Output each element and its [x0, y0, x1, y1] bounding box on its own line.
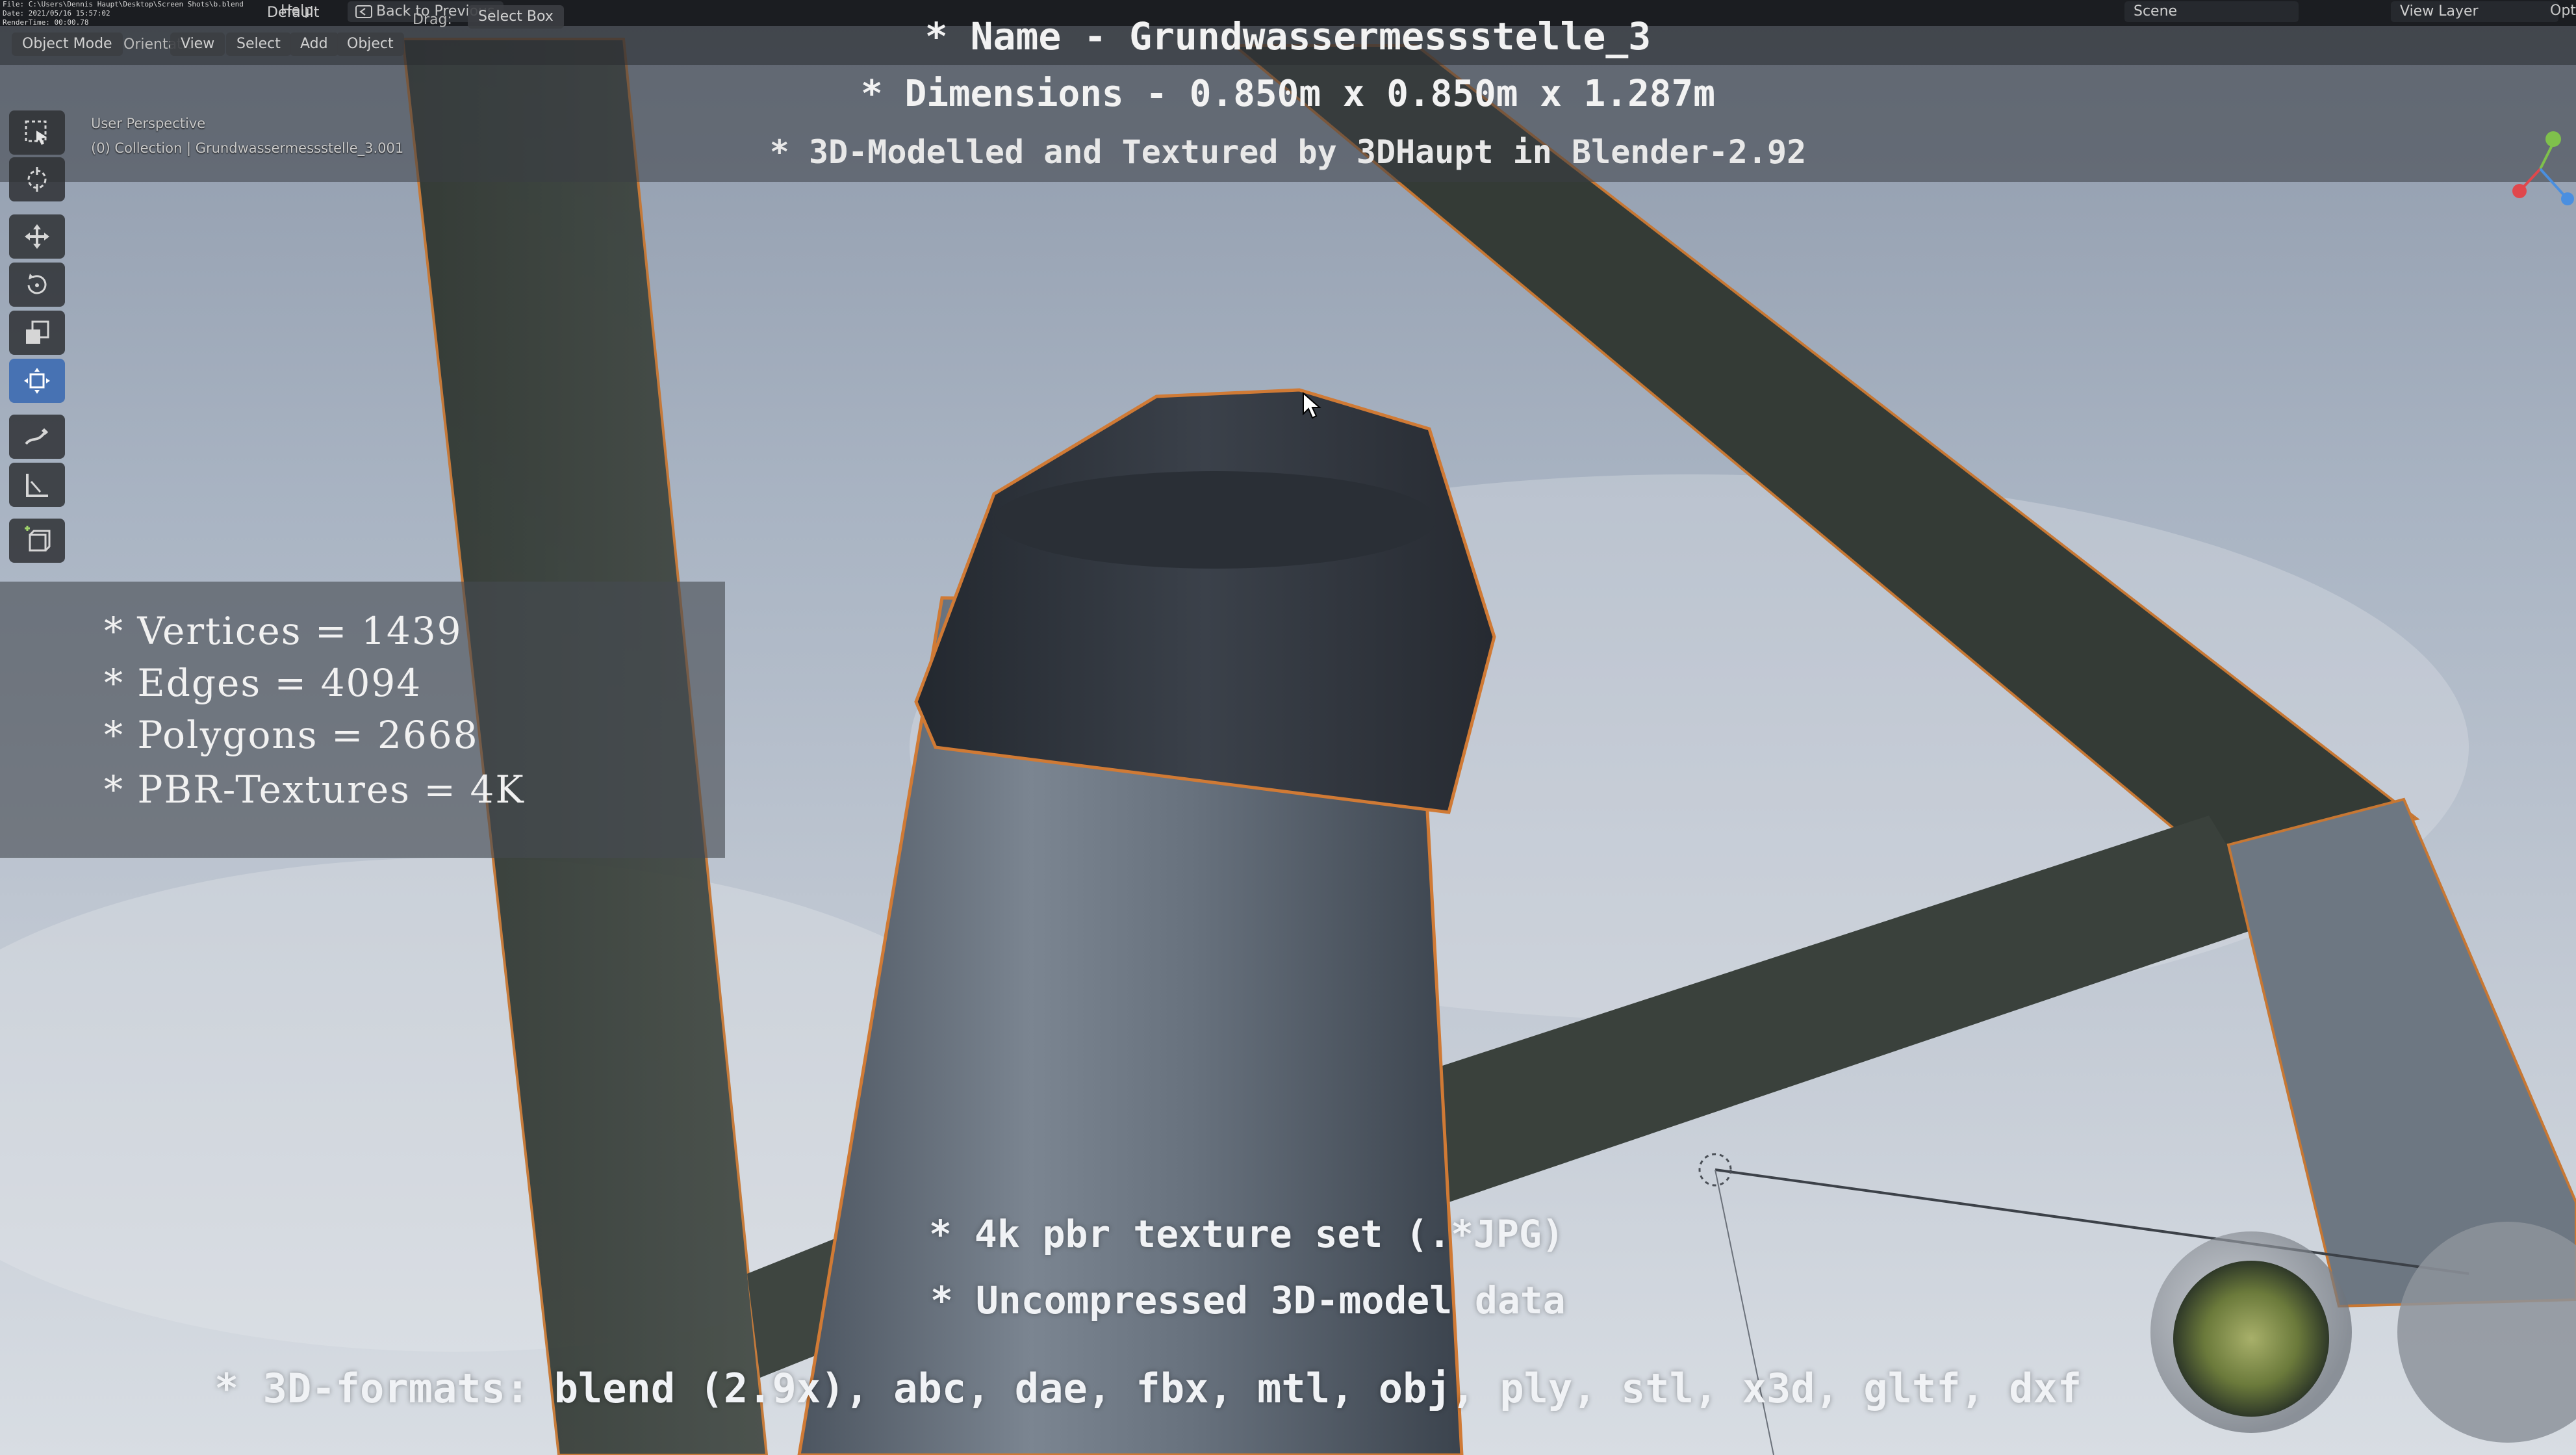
- stats-panel: * Vertices = 1439 * Edges = 4094 * Polyg…: [0, 582, 725, 858]
- edges-count: * Edges = 4094: [104, 661, 422, 705]
- scale-icon: [26, 320, 49, 344]
- move-icon: [25, 224, 49, 249]
- measure-icon: [26, 474, 48, 497]
- textures-resolution: * PBR-Textures = 4K: [104, 767, 525, 812]
- file-info-line: File: C:\Users\Dennis Haupt\Desktop\Scre…: [3, 0, 244, 8]
- move-tool[interactable]: [9, 214, 65, 259]
- scale-tool[interactable]: [9, 311, 65, 355]
- measure-tool[interactable]: [9, 463, 65, 507]
- perspective-label: User Perspective: [91, 116, 206, 131]
- add-cube-icon: [25, 526, 51, 552]
- feature-model-data: * Uncompressed 3D-model data: [930, 1278, 1566, 1322]
- transform-icon: [24, 368, 50, 394]
- model-credit: * 3D-Modelled and Textured by 3DHaupt in…: [769, 133, 1807, 171]
- transform-tool[interactable]: [9, 359, 65, 403]
- model-dimensions: * Dimensions - 0.850m x 0.850m x 1.287m: [861, 73, 1715, 115]
- model-name-title: * Name - Grundwassermessstelle_3: [925, 14, 1651, 58]
- vertices-count: * Vertices = 1439: [104, 609, 463, 653]
- annotate-tool[interactable]: [9, 415, 65, 459]
- rotate-icon: [27, 274, 47, 294]
- annotate-icon: [25, 428, 48, 445]
- mouse-pointer-icon: [1303, 392, 1321, 419]
- navigation-gizmo-icon[interactable]: [2508, 123, 2576, 214]
- feature-formats: * 3D-formats: blend (2.9x), abc, dae, fb…: [214, 1365, 2082, 1412]
- polygons-count: * Polygons = 2668: [104, 713, 479, 757]
- feature-texture-set: * 4k pbr texture set (.*JPG): [929, 1212, 1564, 1256]
- blender-viewport-screenshot: File: C:\Users\Dennis Haupt\Desktop\Scre…: [0, 0, 2576, 1455]
- rotate-tool[interactable]: [9, 263, 65, 307]
- add-cube-tool[interactable]: [9, 519, 65, 563]
